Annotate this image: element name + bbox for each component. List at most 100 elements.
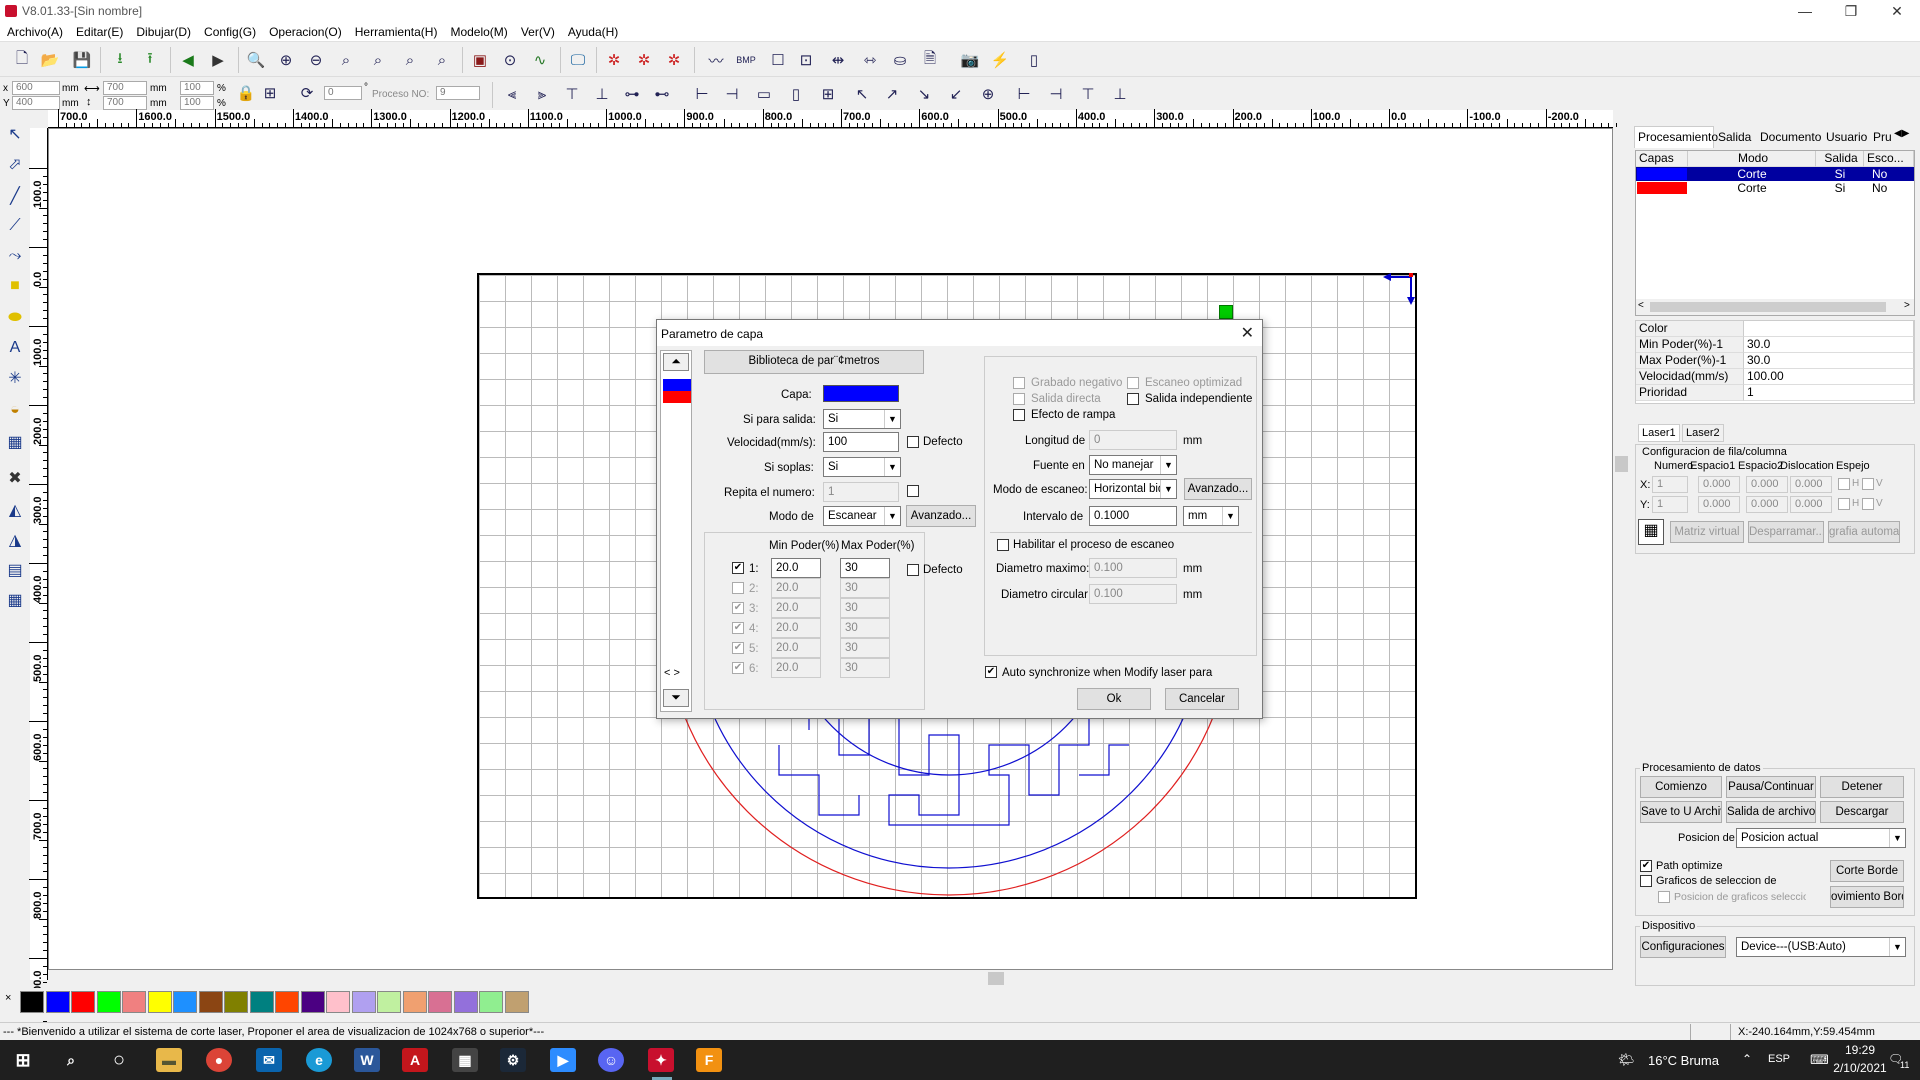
mirror-v-checkbox[interactable] (1862, 478, 1874, 490)
array-grid-icon[interactable]: ▦ (1638, 519, 1664, 545)
edge-icon[interactable]: e (306, 1048, 332, 1072)
rowcol-y-field[interactable]: 1 (1652, 496, 1688, 513)
clock-time[interactable]: 19:29 (1837, 1043, 1883, 1057)
power-defecto-checkbox[interactable] (907, 564, 919, 576)
smooth-curve-icon[interactable]: 〰 (704, 48, 728, 72)
zoom-select-icon[interactable]: 🔍 (244, 48, 268, 72)
menu-herramienta[interactable]: Herramienta(H) (348, 22, 444, 39)
same-width-icon[interactable]: ⊢ (690, 82, 714, 106)
color-swatch[interactable] (147, 991, 172, 1013)
mirror-h-checkbox[interactable] (1838, 498, 1850, 510)
tab-documento[interactable]: Documento (1760, 127, 1821, 147)
clock-date[interactable]: 2/10/2021 (1833, 1061, 1887, 1075)
same-size-icon[interactable]: ▭ (752, 82, 776, 106)
menu-dibujar[interactable]: Dibujar(D) (129, 22, 197, 39)
delete-tool-icon[interactable]: ✖ (3, 466, 27, 490)
pausa-continuar-button[interactable]: Pausa/Continuar (1726, 776, 1816, 798)
max-power-input[interactable]: 30 (840, 578, 890, 598)
x-position-input[interactable]: 600 (12, 81, 60, 95)
desparramar-button[interactable]: Desparramar... (1748, 521, 1824, 543)
color-swatch[interactable] (453, 991, 478, 1013)
rowcol-y-field[interactable]: 0.000 (1698, 496, 1740, 513)
max-power-input[interactable]: 30 (840, 658, 890, 678)
align-top-icon[interactable]: ⊤ (560, 82, 584, 106)
max-power-input[interactable]: 30 (840, 618, 890, 638)
store-icon[interactable]: ▦ (452, 1048, 478, 1072)
color-swatch[interactable] (224, 991, 248, 1013)
origin-marker[interactable] (1219, 305, 1233, 319)
same-height-icon[interactable]: ⊣ (720, 82, 744, 106)
line-tool-icon[interactable]: ╱ (3, 184, 27, 208)
min-power-input[interactable]: 20.0 (771, 658, 821, 678)
array-copy3-icon[interactable]: ✲ (662, 48, 686, 72)
zoom-data-icon[interactable]: ⌕ (398, 48, 422, 72)
bitmap-icon[interactable]: BMP (734, 48, 758, 72)
polyline-tool-icon[interactable]: ⟋ (3, 214, 27, 238)
menu-archivo[interactable]: Archivo(A) (0, 22, 69, 39)
select-box-icon[interactable]: ▣ (468, 48, 492, 72)
mail-icon[interactable]: ✉ (256, 1048, 282, 1072)
posicion-select[interactable]: Posicion actual ▼ (1736, 828, 1906, 848)
descargar-button[interactable]: Descargar (1820, 801, 1904, 823)
zoom-fit-icon[interactable]: ⌕ (334, 48, 358, 72)
path-optimize-checkbox[interactable]: ✔ (1640, 860, 1652, 872)
search-icon[interactable]: ⌕ (58, 1048, 84, 1072)
habilitar-checkbox[interactable] (997, 539, 1009, 551)
f-app-icon[interactable]: F (696, 1048, 722, 1072)
laser-app-icon[interactable]: ✦ (648, 1048, 674, 1072)
ruler-icon[interactable]: ▯ (1022, 48, 1046, 72)
menu-ver[interactable]: Ver(V) (514, 22, 561, 39)
repita-input[interactable]: 1 (823, 482, 899, 502)
prop-value[interactable]: 100.00 (1744, 369, 1914, 385)
color-swatch[interactable] (275, 991, 299, 1013)
undo-icon[interactable]: ◀ (176, 48, 200, 72)
distribute-h-icon[interactable]: ▯ (784, 82, 808, 106)
network-icon[interactable]: ⌨ (1810, 1052, 1829, 1068)
prop-value[interactable]: 30.0 (1744, 337, 1914, 353)
cancel-button[interactable]: Cancelar (1165, 688, 1239, 710)
export-icon[interactable]: ⭱ (138, 48, 162, 72)
mirror-h-icon[interactable]: ◭ (3, 498, 27, 522)
library-button[interactable]: Biblioteca de par¨¢metros (704, 350, 924, 374)
acrobat-icon[interactable]: A (402, 1048, 428, 1072)
salida-select[interactable]: Si ▼ (823, 409, 901, 429)
node-arrow-icon[interactable]: ⬀ (3, 152, 27, 176)
rectangle-tool-icon[interactable]: ■ (3, 274, 27, 298)
power-row-checkbox[interactable]: ✔ (732, 622, 744, 634)
color-swatch[interactable] (198, 991, 223, 1013)
layer-row[interactable]: Corte Si No (1636, 167, 1914, 181)
modo-avanzado-button[interactable]: Avanzado... (906, 505, 976, 527)
layer-order-icon[interactable]: ▤ (3, 558, 27, 582)
rowcol-x-field[interactable]: 0.000 (1790, 476, 1832, 493)
max-power-input[interactable]: 30 (840, 558, 890, 578)
dist-left-icon[interactable]: ⊢ (1012, 82, 1036, 106)
prop-value[interactable]: 1 (1744, 385, 1914, 401)
color-swatch[interactable] (351, 991, 376, 1013)
open-folder-icon[interactable]: 📂 (38, 48, 62, 72)
intervalo-input[interactable]: 0.1000 (1089, 506, 1177, 526)
rotate-icon[interactable]: ⟳ (295, 81, 319, 105)
import-icon[interactable]: ⭳ (108, 48, 132, 72)
align-hcenter-icon[interactable]: ⊶ (620, 82, 644, 106)
zoom-out-icon[interactable]: ⊖ (304, 48, 328, 72)
scroll-up-icon[interactable]: ⏶ (663, 353, 689, 371)
screen-preview-icon[interactable]: 🖵 (566, 48, 590, 72)
dist-right-icon[interactable]: ⊣ (1044, 82, 1068, 106)
ellipse-tool-icon[interactable]: ⬬ (3, 306, 27, 330)
distribute-icon[interactable]: ⇹ (826, 48, 850, 72)
device-select[interactable]: Device---(USB:Auto) ▼ (1736, 937, 1906, 957)
comienzo-button[interactable]: Comienzo (1640, 776, 1722, 798)
grafia-automa-button[interactable]: grafia automa (1828, 521, 1900, 543)
fill-tool-icon[interactable]: ◒ (3, 398, 27, 422)
color-swatch[interactable] (479, 991, 503, 1013)
grid-node-icon[interactable]: ⊡ (794, 48, 818, 72)
power-row-checkbox[interactable]: ✔ (732, 662, 744, 674)
matriz-virtual-button[interactable]: Matriz virtual (1670, 521, 1744, 543)
steam-icon[interactable]: ⚙ (500, 1048, 526, 1072)
align-right-icon[interactable]: ⫸ (530, 82, 554, 106)
width-input[interactable]: 700 (103, 81, 147, 95)
color-swatch[interactable] (300, 991, 325, 1013)
array-copy-icon[interactable]: ✲ (602, 48, 626, 72)
dist-bottom-icon[interactable]: ⊥ (1108, 82, 1132, 106)
color-swatch[interactable] (504, 991, 529, 1013)
